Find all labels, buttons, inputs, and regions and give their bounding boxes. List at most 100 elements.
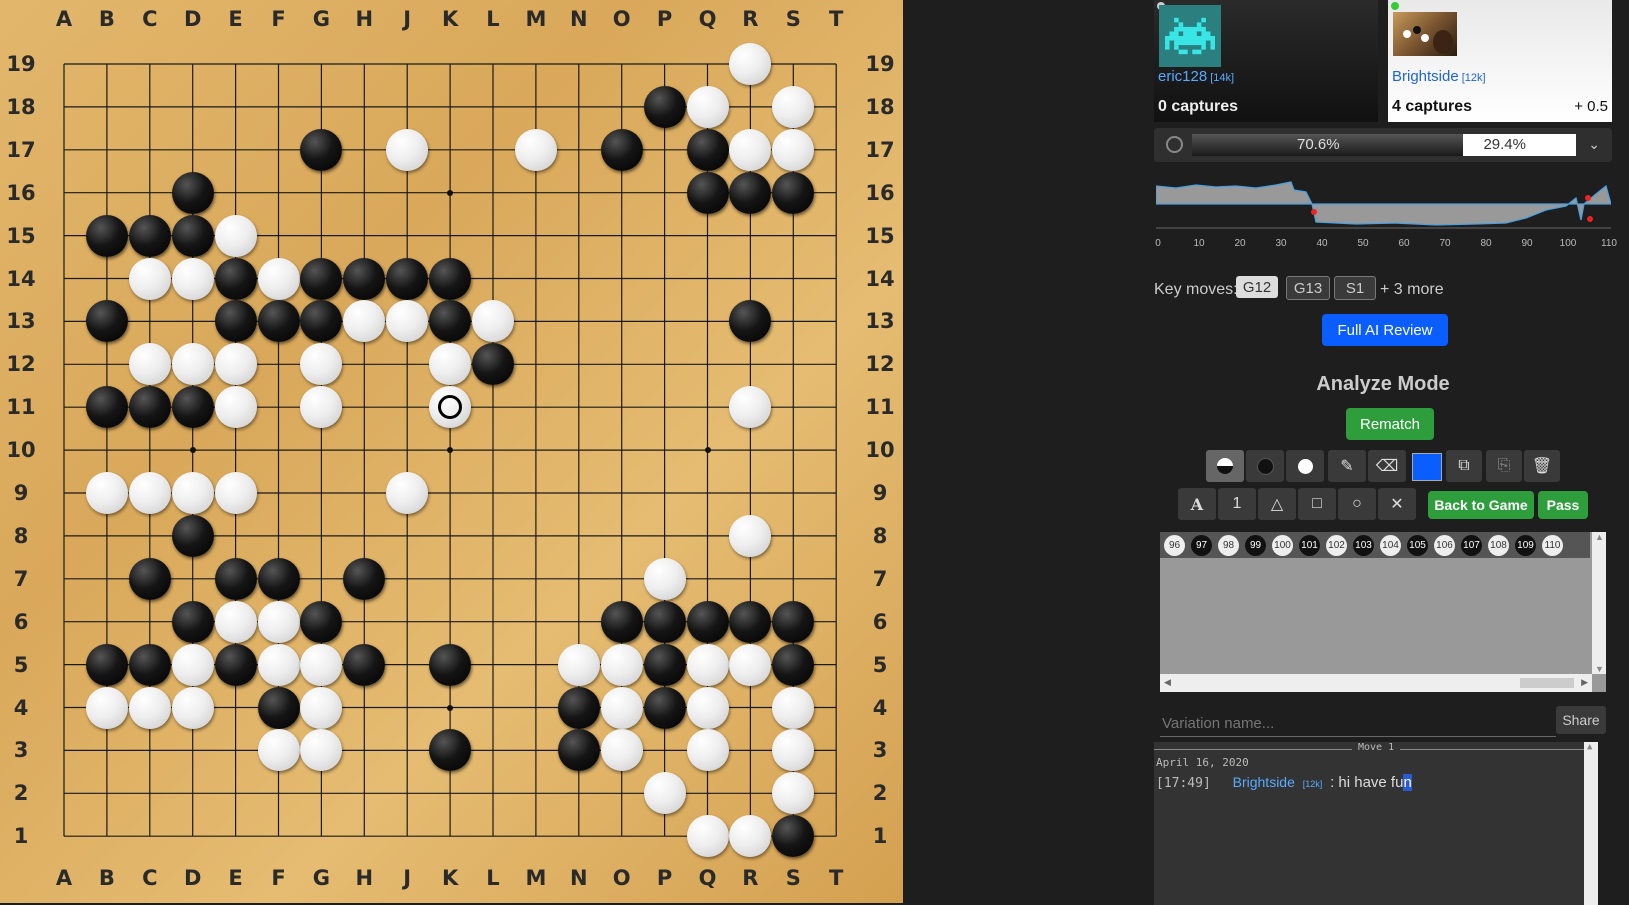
copy-icon[interactable]: ⧉: [1446, 450, 1482, 482]
full-ai-review-button[interactable]: Full AI Review: [1322, 314, 1448, 346]
column-label: J: [403, 7, 412, 31]
key-move-1[interactable]: G12: [1236, 276, 1278, 298]
black-stone: [729, 300, 772, 343]
pass-button[interactable]: Pass: [1538, 491, 1588, 519]
triangle-icon[interactable]: △: [1258, 488, 1296, 520]
white-stone-tool[interactable]: [1286, 450, 1324, 482]
row-label: 18: [865, 94, 895, 119]
chat-log[interactable]: Move 1 April 16, 2020 [17:49] Brightside…: [1154, 742, 1598, 905]
go-board[interactable]: A A B B C C D D E E F F G G H H J J K K L L M M N N O O P P Q Q R R S S T T 19…: [0, 0, 903, 903]
alternate-stone-tool[interactable]: [1206, 450, 1244, 482]
black-stone-tool[interactable]: [1246, 450, 1284, 482]
black-player-name[interactable]: eric128 [14k]: [1158, 68, 1234, 85]
scroll-up-icon[interactable]: ▲: [1595, 532, 1604, 542]
scroll-up-icon[interactable]: ▲: [1587, 742, 1592, 752]
color-swatch[interactable]: [1412, 453, 1442, 481]
column-label: L: [486, 7, 500, 31]
move-node[interactable]: 109: [1515, 534, 1536, 556]
white-player-name[interactable]: Brightside [12k]: [1392, 68, 1486, 85]
pencil-icon[interactable]: ✎: [1328, 450, 1366, 482]
scroll-thumb[interactable]: [1520, 678, 1574, 688]
eraser-icon[interactable]: ⌫: [1368, 450, 1406, 482]
black-stone: [686, 171, 729, 214]
circle-icon[interactable]: ○: [1338, 488, 1376, 520]
white-player-card[interactable]: Brightside [12k] 4 captures + 0.5: [1388, 0, 1612, 122]
key-move-2[interactable]: G13: [1286, 276, 1330, 300]
letter-label-tool[interactable]: A: [1178, 488, 1216, 520]
scroll-left-icon[interactable]: ◀: [1164, 677, 1171, 688]
row-label: 10: [6, 438, 36, 463]
cross-icon[interactable]: ✕: [1378, 488, 1416, 520]
winrate-bar[interactable]: 70.6% 29.4% ⌄: [1154, 128, 1612, 162]
black-stone: [128, 557, 171, 600]
move-node[interactable]: 100: [1272, 534, 1293, 556]
row-label: 13: [865, 309, 895, 334]
key-move-3[interactable]: S1: [1334, 276, 1376, 300]
black-stone: [772, 815, 815, 858]
move-node[interactable]: 110: [1542, 534, 1563, 556]
back-to-game-button[interactable]: Back to Game: [1428, 491, 1534, 519]
variation-name-input[interactable]: [1160, 710, 1556, 737]
move-tree[interactable]: 96 97 98 99 100 101 102 103 104 105 106 107 108 109 11…: [1160, 532, 1606, 692]
graph-tick-label: 90: [1521, 238, 1533, 249]
square-icon[interactable]: □: [1298, 488, 1336, 520]
graph-tick-label: 50: [1357, 238, 1369, 249]
komi: + 0.5: [1574, 98, 1608, 115]
row-label: 11: [865, 395, 895, 420]
white-stone: [386, 128, 429, 171]
trash-icon[interactable]: 🗑: [1524, 450, 1560, 482]
move-node[interactable]: 97: [1191, 534, 1212, 556]
scroll-down-icon[interactable]: ▼: [1595, 664, 1604, 674]
move-node[interactable]: 108: [1488, 534, 1509, 556]
row-label: 8: [13, 523, 29, 548]
column-label: M: [525, 866, 547, 890]
chevron-down-icon[interactable]: ⌄: [1588, 136, 1600, 153]
white-captures: 4 captures: [1392, 98, 1473, 115]
move-node[interactable]: 99: [1245, 534, 1266, 556]
white-stone: [772, 128, 815, 171]
move-node[interactable]: 101: [1299, 534, 1320, 556]
rematch-button[interactable]: Rematch: [1346, 408, 1434, 440]
winrate-graph[interactable]: 0 10 20 30 40 50 60 70 80 90 100 110: [1155, 176, 1617, 254]
move-node[interactable]: 106: [1434, 534, 1455, 556]
white-stone: [472, 300, 514, 343]
black-stone: [686, 128, 729, 171]
move-node[interactable]: 105: [1407, 534, 1428, 556]
white-stone: [300, 643, 343, 686]
white-stone: [300, 386, 343, 429]
black-player-card[interactable]: eric128 [14k] 0 captures: [1154, 0, 1378, 122]
share-button[interactable]: Share: [1556, 706, 1606, 734]
chat-scrollbar[interactable]: ▲: [1584, 742, 1598, 905]
row-label: 17: [865, 137, 895, 162]
row-label: 12: [6, 352, 36, 377]
vertical-scrollbar[interactable]: ▲ ▼: [1592, 532, 1606, 674]
horizontal-scrollbar[interactable]: ◀ ▶: [1160, 674, 1592, 692]
graph-tick-label: 20: [1234, 238, 1246, 249]
row-label: 7: [872, 566, 888, 591]
chat-user[interactable]: Brightside: [1233, 774, 1295, 790]
black-stone: [600, 128, 643, 171]
star-point: [447, 189, 454, 196]
move-node[interactable]: 103: [1353, 534, 1374, 556]
white-stone: [729, 128, 772, 171]
key-moves-more[interactable]: + 3 more: [1380, 281, 1444, 299]
column-label: S: [785, 7, 801, 31]
number-label-tool[interactable]: 1: [1218, 488, 1256, 520]
row-label: 19: [865, 52, 895, 76]
move-node[interactable]: 98: [1218, 534, 1239, 556]
move-node[interactable]: 96: [1164, 534, 1185, 556]
move-node[interactable]: 104: [1380, 534, 1401, 556]
column-label: Q: [698, 866, 717, 890]
row-label: 12: [865, 352, 895, 377]
row-label: 1: [872, 824, 888, 849]
row-label: 16: [865, 180, 895, 205]
stone-toggle-icon[interactable]: [1166, 136, 1183, 153]
move-strip: 96 97 98 99 100 101 102 103 104 105 106 107 108 109 11…: [1160, 532, 1590, 558]
column-label: B: [98, 866, 115, 890]
move-node[interactable]: 102: [1326, 534, 1347, 556]
move-node[interactable]: 107: [1461, 534, 1482, 556]
paste-icon[interactable]: ⎘: [1486, 450, 1522, 482]
white-stone: [686, 729, 729, 772]
scroll-right-icon[interactable]: ▶: [1581, 677, 1588, 688]
chat-date: April 16, 2020: [1156, 756, 1249, 769]
